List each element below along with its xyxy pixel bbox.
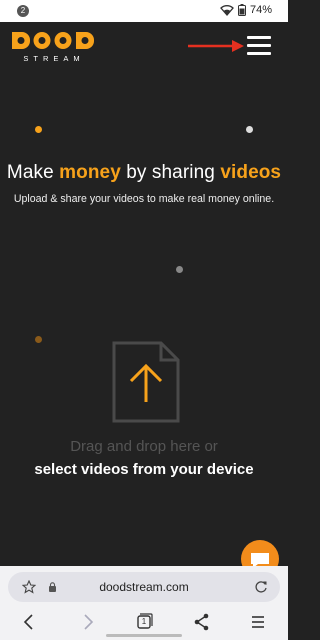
decorative-dot	[176, 266, 183, 273]
tabs-button[interactable]: 1	[132, 610, 156, 634]
hero-title-text: Make	[6, 162, 60, 183]
decorative-dot	[35, 336, 42, 343]
status-bar: 2 74%	[0, 0, 288, 22]
url-text: doodstream.com	[99, 580, 189, 594]
tab-count: 1	[141, 617, 147, 626]
address-bar[interactable]: doodstream.com	[8, 572, 280, 602]
doodstream-logo[interactable]: STREAM	[10, 30, 98, 66]
reload-icon[interactable]	[254, 580, 268, 594]
select-videos-link[interactable]: select videos from your device	[0, 461, 288, 478]
logo-subtext: STREAM	[23, 54, 84, 63]
status-indicators: 74%	[220, 4, 272, 16]
battery-icon	[237, 4, 246, 16]
hero-title-accent: money	[59, 162, 121, 183]
home-indicator	[106, 634, 182, 637]
battery-percentage: 74%	[249, 4, 272, 16]
menu-button[interactable]	[247, 36, 271, 56]
page-content: STREAM Make money by sharing videos Uplo…	[0, 22, 288, 578]
hero-title-text: by sharing	[120, 162, 221, 183]
drag-drop-text: Drag and drop here or	[70, 438, 218, 455]
hero-title: Make money by sharing videos	[0, 162, 288, 184]
forward-icon[interactable]	[76, 610, 100, 634]
decorative-dot	[35, 126, 42, 133]
back-icon[interactable]	[17, 610, 41, 634]
browser-toolbar: doodstream.com 1	[0, 566, 288, 640]
wifi-icon	[220, 4, 234, 16]
menu-bar	[247, 44, 271, 47]
upload-file-icon[interactable]	[111, 340, 181, 424]
menu-bar	[247, 52, 271, 55]
browser-nav-bar: 1	[0, 608, 288, 636]
notification-badge: 2	[17, 5, 29, 17]
share-icon[interactable]	[190, 610, 214, 634]
hero-title-accent: videos	[220, 162, 282, 183]
annotation-arrow-icon	[188, 40, 244, 52]
browser-menu-icon[interactable]	[246, 610, 270, 634]
hero-subtitle: Upload & share your videos to make real …	[13, 193, 275, 205]
menu-bar	[247, 36, 271, 39]
decorative-dot	[246, 126, 253, 133]
